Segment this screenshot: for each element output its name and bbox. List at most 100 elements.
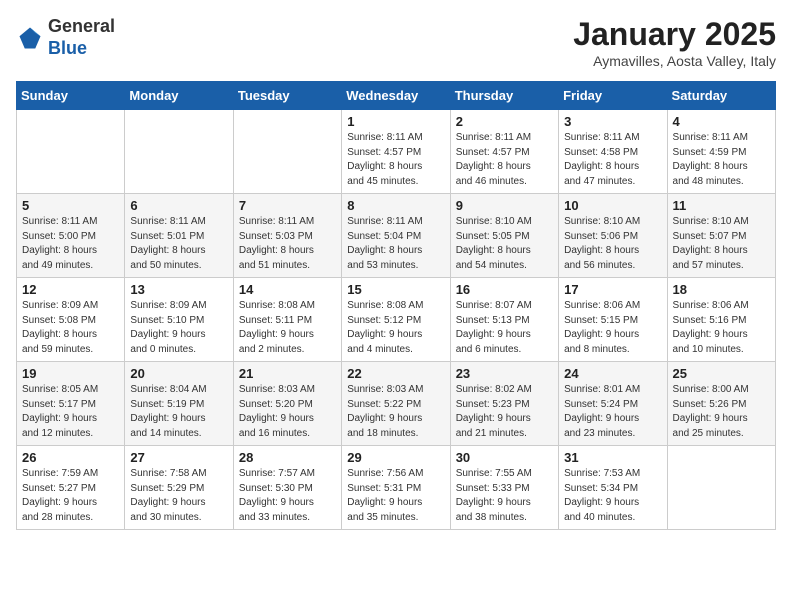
- day-info: Sunrise: 8:11 AM Sunset: 4:57 PM Dayligh…: [456, 131, 553, 189]
- day-number: 3: [564, 114, 661, 129]
- calendar-cell: 15 Sunrise: 8:08 AM Sunset: 5:12 PM Dayli…: [342, 278, 450, 362]
- day-info: Sunrise: 8:06 AM Sunset: 5:16 PM Dayligh…: [673, 299, 770, 357]
- day-info: Sunrise: 8:03 AM Sunset: 5:22 PM Dayligh…: [347, 383, 444, 441]
- logo-blue-text: Blue: [48, 38, 87, 58]
- day-info: Sunrise: 8:01 AM Sunset: 5:24 PM Dayligh…: [564, 383, 661, 441]
- day-info: Sunrise: 8:11 AM Sunset: 5:01 PM Dayligh…: [130, 215, 227, 273]
- day-number: 31: [564, 450, 661, 465]
- calendar-cell: 20 Sunrise: 8:04 AM Sunset: 5:19 PM Dayli…: [125, 362, 233, 446]
- day-info: Sunrise: 8:11 AM Sunset: 5:00 PM Dayligh…: [22, 215, 119, 273]
- calendar-cell: 7 Sunrise: 8:11 AM Sunset: 5:03 PM Daylig…: [233, 194, 341, 278]
- day-info: Sunrise: 7:56 AM Sunset: 5:31 PM Dayligh…: [347, 467, 444, 525]
- day-header-tuesday: Tuesday: [233, 82, 341, 110]
- day-header-saturday: Saturday: [667, 82, 775, 110]
- day-number: 6: [130, 198, 227, 213]
- day-info: Sunrise: 8:06 AM Sunset: 5:15 PM Dayligh…: [564, 299, 661, 357]
- calendar-cell: 29 Sunrise: 7:56 AM Sunset: 5:31 PM Dayli…: [342, 446, 450, 530]
- day-number: 17: [564, 282, 661, 297]
- day-info: Sunrise: 8:11 AM Sunset: 5:03 PM Dayligh…: [239, 215, 336, 273]
- page-header: General Blue January 2025 Aymavilles, Ao…: [16, 16, 776, 69]
- day-number: 25: [673, 366, 770, 381]
- week-row-3: 12 Sunrise: 8:09 AM Sunset: 5:08 PM Dayli…: [17, 278, 776, 362]
- day-header-thursday: Thursday: [450, 82, 558, 110]
- day-number: 23: [456, 366, 553, 381]
- day-number: 7: [239, 198, 336, 213]
- calendar-cell: [17, 110, 125, 194]
- day-header-monday: Monday: [125, 82, 233, 110]
- calendar-cell: 22 Sunrise: 8:03 AM Sunset: 5:22 PM Dayli…: [342, 362, 450, 446]
- calendar-cell: 6 Sunrise: 8:11 AM Sunset: 5:01 PM Daylig…: [125, 194, 233, 278]
- calendar-cell: 5Sunrise: 8:11 AM Sunset: 5:00 PM Daylig…: [17, 194, 125, 278]
- calendar-cell: 13Sunrise: 8:09 AM Sunset: 5:10 PM Dayli…: [125, 278, 233, 362]
- calendar-cell: 25 Sunrise: 8:00 AM Sunset: 5:26 PM Dayli…: [667, 362, 775, 446]
- calendar-cell: 12 Sunrise: 8:09 AM Sunset: 5:08 PM Dayli…: [17, 278, 125, 362]
- calendar-cell: 21 Sunrise: 8:03 AM Sunset: 5:20 PM Dayli…: [233, 362, 341, 446]
- day-number: 18: [673, 282, 770, 297]
- day-number: 1: [347, 114, 444, 129]
- day-info: Sunrise: 8:03 AM Sunset: 5:20 PM Dayligh…: [239, 383, 336, 441]
- calendar-cell: 23Sunrise: 8:02 AM Sunset: 5:23 PM Dayli…: [450, 362, 558, 446]
- day-info: Sunrise: 8:11 AM Sunset: 5:04 PM Dayligh…: [347, 215, 444, 273]
- day-number: 11: [673, 198, 770, 213]
- day-number: 14: [239, 282, 336, 297]
- calendar-cell: 16Sunrise: 8:07 AM Sunset: 5:13 PM Dayli…: [450, 278, 558, 362]
- day-header-friday: Friday: [559, 82, 667, 110]
- day-info: Sunrise: 8:11 AM Sunset: 4:57 PM Dayligh…: [347, 131, 444, 189]
- calendar-cell: [667, 446, 775, 530]
- day-number: 30: [456, 450, 553, 465]
- calendar-cell: [125, 110, 233, 194]
- calendar-header-row: SundayMondayTuesdayWednesdayThursdayFrid…: [17, 82, 776, 110]
- month-title: January 2025: [573, 16, 776, 53]
- calendar-cell: 24 Sunrise: 8:01 AM Sunset: 5:24 PM Dayli…: [559, 362, 667, 446]
- day-number: 19: [22, 366, 119, 381]
- day-info: Sunrise: 8:05 AM Sunset: 5:17 PM Dayligh…: [22, 383, 119, 441]
- day-info: Sunrise: 8:07 AM Sunset: 5:13 PM Dayligh…: [456, 299, 553, 357]
- day-info: Sunrise: 8:10 AM Sunset: 5:06 PM Dayligh…: [564, 215, 661, 273]
- logo: General Blue: [16, 16, 115, 59]
- day-info: Sunrise: 8:11 AM Sunset: 4:58 PM Dayligh…: [564, 131, 661, 189]
- day-number: 24: [564, 366, 661, 381]
- day-number: 8: [347, 198, 444, 213]
- day-number: 10: [564, 198, 661, 213]
- calendar-cell: 8 Sunrise: 8:11 AM Sunset: 5:04 PM Daylig…: [342, 194, 450, 278]
- calendar-cell: 10 Sunrise: 8:10 AM Sunset: 5:06 PM Dayli…: [559, 194, 667, 278]
- day-number: 9: [456, 198, 553, 213]
- day-info: Sunrise: 8:04 AM Sunset: 5:19 PM Dayligh…: [130, 383, 227, 441]
- calendar-cell: 11 Sunrise: 8:10 AM Sunset: 5:07 PM Dayli…: [667, 194, 775, 278]
- calendar-cell: [233, 110, 341, 194]
- day-number: 15: [347, 282, 444, 297]
- day-info: Sunrise: 7:55 AM Sunset: 5:33 PM Dayligh…: [456, 467, 553, 525]
- day-number: 20: [130, 366, 227, 381]
- day-number: 29: [347, 450, 444, 465]
- day-info: Sunrise: 8:10 AM Sunset: 5:05 PM Dayligh…: [456, 215, 553, 273]
- day-info: Sunrise: 8:00 AM Sunset: 5:26 PM Dayligh…: [673, 383, 770, 441]
- week-row-1: 1 Sunrise: 8:11 AM Sunset: 4:57 PM Daylig…: [17, 110, 776, 194]
- day-header-wednesday: Wednesday: [342, 82, 450, 110]
- calendar-cell: 4Sunrise: 8:11 AM Sunset: 4:59 PM Daylig…: [667, 110, 775, 194]
- day-info: Sunrise: 8:09 AM Sunset: 5:08 PM Dayligh…: [22, 299, 119, 357]
- day-info: Sunrise: 8:08 AM Sunset: 5:12 PM Dayligh…: [347, 299, 444, 357]
- day-info: Sunrise: 8:09 AM Sunset: 5:10 PM Dayligh…: [130, 299, 227, 357]
- day-info: Sunrise: 7:53 AM Sunset: 5:34 PM Dayligh…: [564, 467, 661, 525]
- week-row-4: 19 Sunrise: 8:05 AM Sunset: 5:17 PM Dayli…: [17, 362, 776, 446]
- calendar-cell: 28Sunrise: 7:57 AM Sunset: 5:30 PM Dayli…: [233, 446, 341, 530]
- calendar-table: SundayMondayTuesdayWednesdayThursdayFrid…: [16, 81, 776, 530]
- day-number: 12: [22, 282, 119, 297]
- day-number: 2: [456, 114, 553, 129]
- calendar-cell: 30 Sunrise: 7:55 AM Sunset: 5:33 PM Dayli…: [450, 446, 558, 530]
- calendar-cell: 3 Sunrise: 8:11 AM Sunset: 4:58 PM Daylig…: [559, 110, 667, 194]
- day-info: Sunrise: 8:10 AM Sunset: 5:07 PM Dayligh…: [673, 215, 770, 273]
- day-number: 22: [347, 366, 444, 381]
- day-number: 21: [239, 366, 336, 381]
- calendar-cell: 1 Sunrise: 8:11 AM Sunset: 4:57 PM Daylig…: [342, 110, 450, 194]
- title-section: January 2025 Aymavilles, Aosta Valley, I…: [573, 16, 776, 69]
- calendar-cell: 2 Sunrise: 8:11 AM Sunset: 4:57 PM Daylig…: [450, 110, 558, 194]
- day-number: 26: [22, 450, 119, 465]
- week-row-5: 26 Sunrise: 7:59 AM Sunset: 5:27 PM Dayli…: [17, 446, 776, 530]
- day-info: Sunrise: 8:11 AM Sunset: 4:59 PM Dayligh…: [673, 131, 770, 189]
- day-info: Sunrise: 7:58 AM Sunset: 5:29 PM Dayligh…: [130, 467, 227, 525]
- calendar-cell: 31 Sunrise: 7:53 AM Sunset: 5:34 PM Dayli…: [559, 446, 667, 530]
- day-info: Sunrise: 7:59 AM Sunset: 5:27 PM Dayligh…: [22, 467, 119, 525]
- day-header-sunday: Sunday: [17, 82, 125, 110]
- calendar-cell: 18 Sunrise: 8:06 AM Sunset: 5:16 PM Dayli…: [667, 278, 775, 362]
